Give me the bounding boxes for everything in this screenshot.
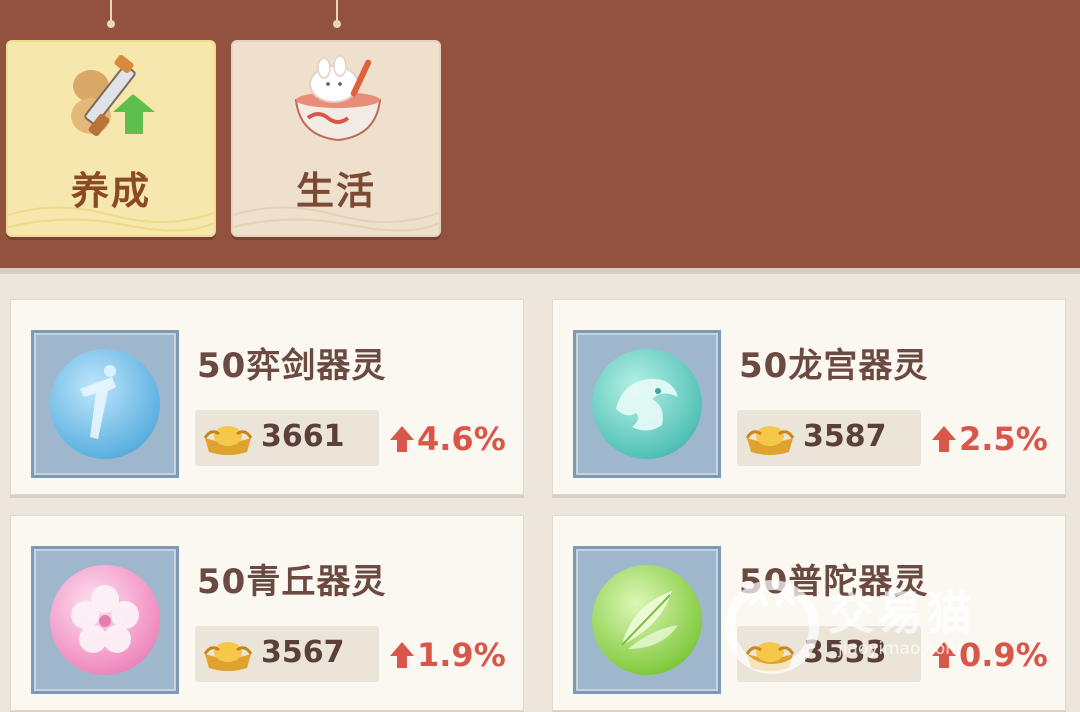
tab-label: 养成 <box>70 169 151 213</box>
gold-ingot-icon <box>745 642 795 671</box>
price-change: 2.5% <box>931 420 1048 458</box>
change-value: 0.9% <box>959 636 1048 674</box>
item-icon-frame <box>573 330 721 478</box>
sword-spirit-orb-icon <box>50 349 160 459</box>
leaf-spirit-orb-icon <box>592 565 702 675</box>
change-value: 4.6% <box>417 420 506 458</box>
gold-ingot-icon <box>203 642 253 671</box>
item-card[interactable]: 50普陀器灵 3533 0.9% <box>552 515 1066 711</box>
change-value: 1.9% <box>417 636 506 674</box>
rice-bowl-icon <box>294 55 382 142</box>
price-box: 3661 <box>195 410 379 466</box>
tab-cultivate[interactable]: 养成 <box>6 40 216 237</box>
up-arrow-icon <box>390 426 414 452</box>
up-arrow-icon <box>932 642 956 668</box>
item-name: 50普陀器灵 <box>739 562 929 602</box>
price-change: 0.9% <box>931 636 1048 674</box>
price-change: 1.9% <box>389 636 506 674</box>
sword-upgrade-icon <box>71 54 155 137</box>
tab-label: 生活 <box>295 169 376 213</box>
up-arrow-icon <box>390 642 414 668</box>
dragon-spirit-orb-icon <box>592 349 702 459</box>
tab-life[interactable]: 生活 <box>231 40 441 237</box>
item-icon-frame <box>31 546 179 694</box>
gold-ingot-icon <box>203 426 253 455</box>
price-value: 3661 <box>261 419 345 454</box>
item-card[interactable]: 50弈剑器灵 3661 4.6% <box>10 299 524 495</box>
item-icon-frame <box>573 546 721 694</box>
item-icon-frame <box>31 330 179 478</box>
item-name: 50弈剑器灵 <box>197 346 387 386</box>
price-box: 3533 <box>737 626 921 682</box>
up-arrow-icon <box>932 426 956 452</box>
fox-flower-orb-icon <box>50 565 160 675</box>
price-value: 3587 <box>803 419 887 454</box>
item-card[interactable]: 50龙宫器灵 3587 2.5% <box>552 299 1066 495</box>
gold-ingot-icon <box>745 426 795 455</box>
change-value: 2.5% <box>959 420 1048 458</box>
price-change: 4.6% <box>389 420 506 458</box>
price-box: 3567 <box>195 626 379 682</box>
header-banner: 养成 生活 <box>0 0 1080 274</box>
price-value: 3533 <box>803 635 887 670</box>
price-value: 3567 <box>261 635 345 670</box>
item-name: 50龙宫器灵 <box>739 346 929 386</box>
item-name: 50青丘器灵 <box>197 562 387 602</box>
item-card[interactable]: 50青丘器灵 3567 1.9% <box>10 515 524 711</box>
rope-knot <box>107 20 115 28</box>
rope-knot <box>333 20 341 28</box>
price-box: 3587 <box>737 410 921 466</box>
